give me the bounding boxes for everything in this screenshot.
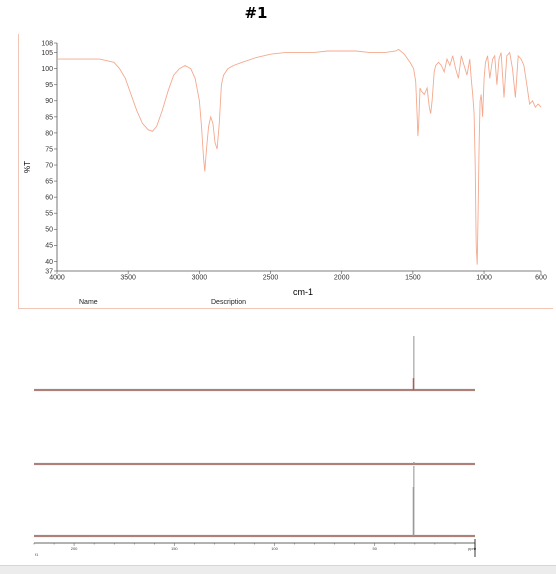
- nmr-x-tick-label: 50: [373, 546, 378, 551]
- nmr-spectra-chart: 200150100500ppmf1: [33, 336, 477, 557]
- nmr-axis-side-label: f1: [35, 552, 39, 557]
- nmr-x-tick-label: 200: [71, 546, 78, 551]
- nmr-x-tick-label: 100: [271, 546, 278, 551]
- nmr-x-tick-label: 150: [171, 546, 178, 551]
